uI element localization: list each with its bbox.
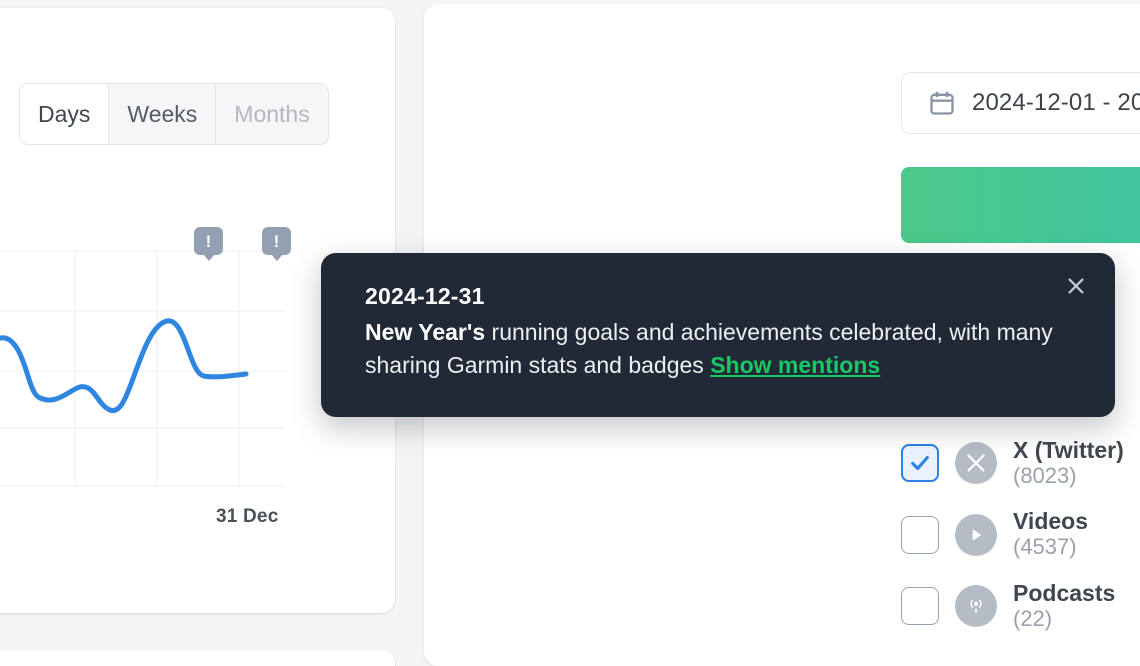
channel-filter-grid: X (Twitter) (8023) TikTok (2096) bbox=[901, 437, 1140, 631]
event-marker-2[interactable]: ! bbox=[262, 227, 291, 255]
channel-text: X (Twitter) (8023) bbox=[1013, 437, 1124, 488]
calendar-icon bbox=[930, 91, 954, 115]
channel-text: Podcasts (22) bbox=[1013, 579, 1116, 631]
tooltip-date: 2024-12-31 bbox=[365, 283, 485, 309]
generate-report-button[interactable]: Generate Report bbox=[901, 167, 1140, 243]
channel-checkbox-videos[interactable] bbox=[901, 515, 939, 554]
tooltip-body: New Year's running goals and achievement… bbox=[365, 316, 1071, 381]
chart-line bbox=[0, 318, 249, 414]
show-mentions-link[interactable]: Show mentions bbox=[710, 352, 880, 378]
granularity-toggle[interactable]: Days Weeks Months bbox=[19, 83, 329, 145]
chart-x-axis-label: 31 Dec bbox=[216, 506, 279, 527]
granularity-option-weeks[interactable]: Weeks bbox=[109, 84, 217, 144]
tooltip-bold-lead: New Year's bbox=[365, 319, 486, 345]
chart-svg bbox=[0, 250, 285, 487]
channel-name: X (Twitter) bbox=[1013, 437, 1124, 463]
podcast-icon bbox=[955, 584, 997, 627]
event-marker-glyph: ! bbox=[273, 231, 280, 251]
event-tooltip: 2024-12-31 New Year's running goals and … bbox=[321, 253, 1115, 417]
channel-checkbox-podcasts[interactable] bbox=[901, 586, 939, 625]
date-range-value: 2024-12-01 - 2024-12-31 bbox=[972, 89, 1140, 116]
chart-gridlines bbox=[0, 250, 285, 487]
video-play-icon bbox=[955, 513, 997, 556]
event-marker-glyph: ! bbox=[205, 231, 212, 251]
channel-text: Videos (4537) bbox=[1013, 509, 1088, 559]
channel-item-videos[interactable]: Videos (4537) bbox=[901, 509, 1140, 559]
check-icon bbox=[911, 456, 929, 471]
secondary-left-panel bbox=[0, 650, 395, 666]
channel-count: (4537) bbox=[1013, 534, 1077, 560]
channel-item-x-twitter[interactable]: X (Twitter) (8023) bbox=[901, 437, 1140, 488]
channel-checkbox-x-twitter[interactable] bbox=[901, 444, 939, 483]
app-root: Days Weeks Months ! ! 31 Dec 2024-12-01 … bbox=[0, 0, 1140, 666]
close-icon[interactable] bbox=[1059, 269, 1093, 303]
granularity-option-months[interactable]: Months bbox=[216, 84, 327, 144]
event-marker-1[interactable]: ! bbox=[194, 227, 223, 255]
channel-name: Podcasts bbox=[1013, 579, 1116, 606]
granularity-option-days[interactable]: Days bbox=[20, 84, 110, 144]
date-range-input[interactable]: 2024-12-01 - 2024-12-31 bbox=[901, 72, 1140, 134]
x-twitter-icon bbox=[955, 442, 997, 485]
channel-item-podcasts[interactable]: Podcasts (22) bbox=[901, 579, 1140, 631]
channel-name: Videos bbox=[1013, 508, 1088, 535]
channel-count: (22) bbox=[1013, 605, 1053, 631]
mentions-line-chart[interactable] bbox=[0, 248, 285, 498]
channel-count: (8023) bbox=[1013, 462, 1077, 488]
